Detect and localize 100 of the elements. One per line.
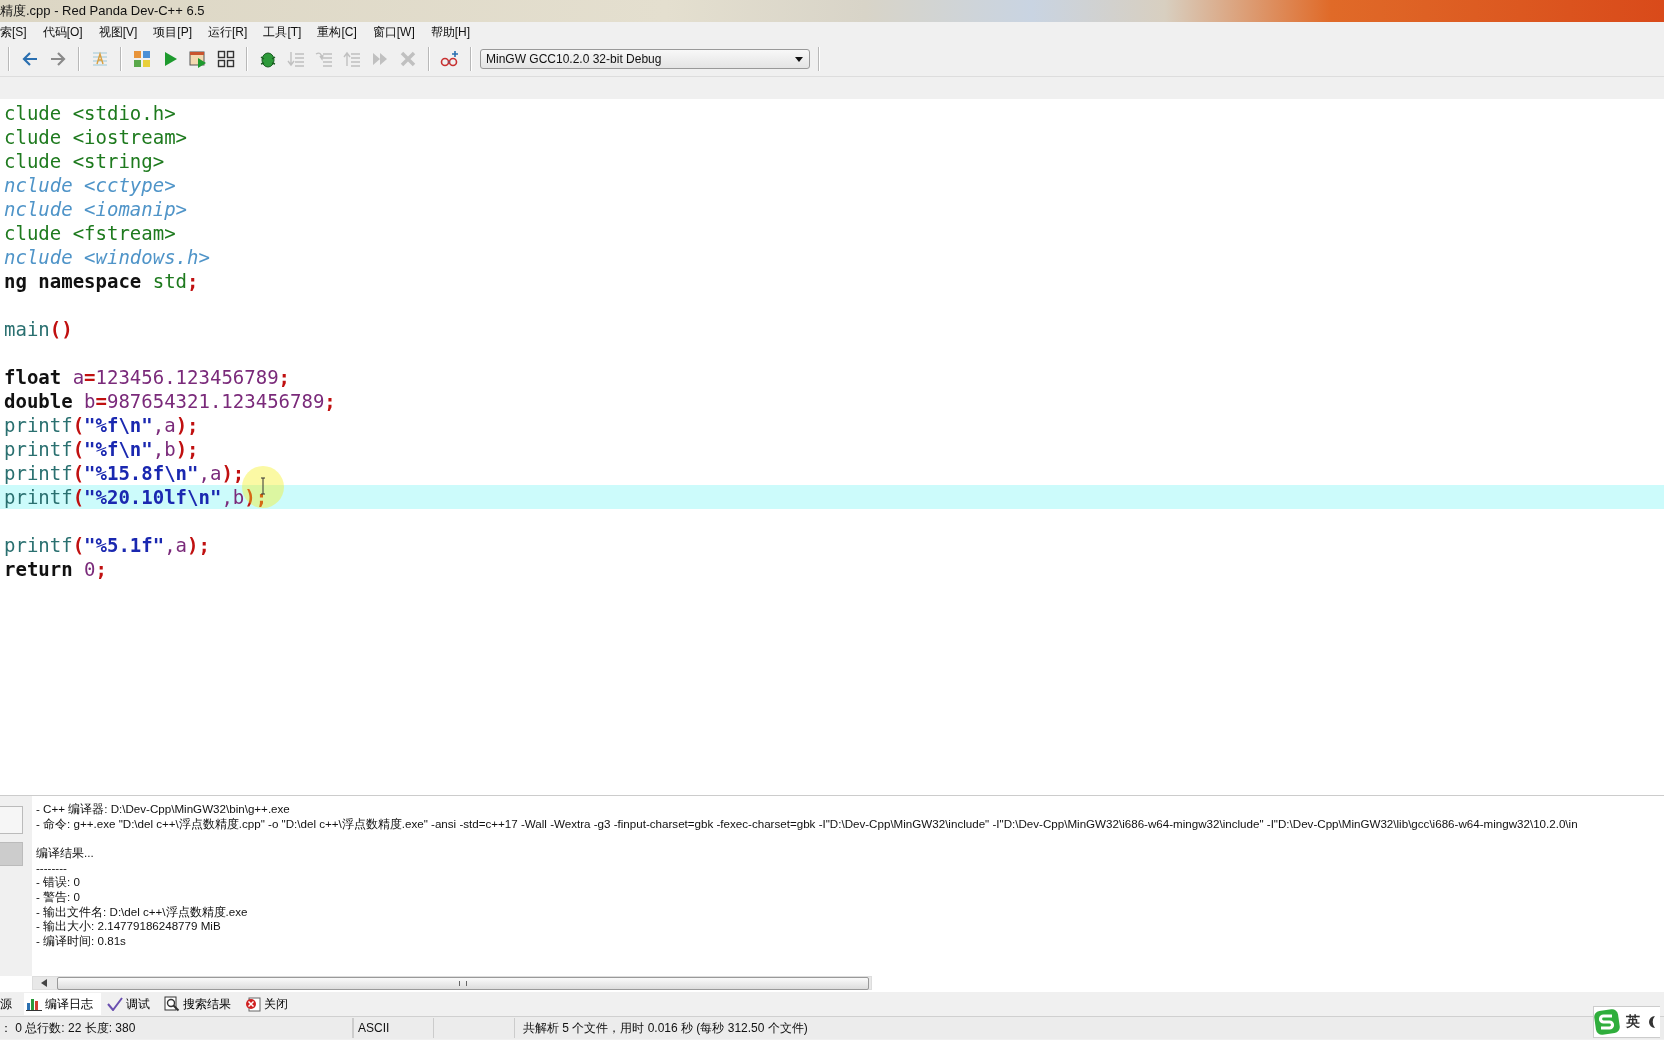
menu-item[interactable]: 索[S] bbox=[0, 23, 37, 41]
ime-logo-icon bbox=[1594, 1009, 1620, 1035]
code-token: ; bbox=[187, 270, 199, 292]
parse-status: 共解析 5 个文件，用时 0.016 秒 (每秒 312.50 个文件) bbox=[522, 1020, 809, 1037]
code-token: ( bbox=[72, 414, 85, 436]
code-token: a bbox=[72, 366, 85, 388]
fast-forward-icon bbox=[371, 50, 389, 68]
compiler-dropdown[interactable]: MinGW GCC10.2.0 32-bit Debug bbox=[480, 49, 810, 69]
code-token: ( bbox=[72, 534, 85, 556]
code-token: ); bbox=[244, 486, 268, 508]
cursor-position: ： 0 总行数: 22 长度: 380 bbox=[0, 1018, 353, 1038]
step-icon bbox=[287, 50, 305, 68]
bar-chart-icon bbox=[26, 997, 42, 1011]
menu-item[interactable]: 代码[O] bbox=[36, 23, 93, 41]
panel-tab[interactable]: 搜索结果 bbox=[162, 993, 239, 1015]
code-token: ( bbox=[72, 462, 85, 484]
code-token: ); bbox=[175, 414, 199, 436]
code-token: b bbox=[84, 390, 96, 412]
menu-item[interactable]: 项目[P] bbox=[147, 23, 203, 41]
log-line: -------- bbox=[36, 860, 68, 876]
code-token: clude <string> bbox=[4, 150, 165, 172]
code-token: float bbox=[4, 366, 63, 388]
input-method-indicator[interactable]: 英 bbox=[1593, 1006, 1660, 1038]
code-token: clude <iostream> bbox=[4, 126, 188, 148]
code-token: ,b bbox=[221, 486, 245, 508]
code-token: std bbox=[152, 270, 188, 292]
code-token: nclude <windows.h> bbox=[4, 246, 210, 268]
code-token: 987654321.123456789 bbox=[107, 390, 325, 412]
code-token: = bbox=[95, 390, 107, 412]
cross-icon bbox=[399, 50, 417, 68]
log-line: - 输出大小: 2.14779186248779 MiB bbox=[36, 919, 222, 934]
cursor-highlight-icon bbox=[241, 465, 285, 509]
bug-icon bbox=[259, 50, 277, 68]
code-token: ); bbox=[175, 438, 199, 460]
code-token: clude <stdio.h> bbox=[4, 102, 176, 124]
dropdown-caret-icon bbox=[795, 56, 803, 62]
menu-item[interactable]: 重构[C] bbox=[311, 23, 367, 41]
code-token: return bbox=[4, 558, 74, 580]
code-token: ; bbox=[324, 390, 336, 412]
code-token: printf bbox=[4, 414, 73, 436]
panel-tab[interactable]: 调试 bbox=[105, 993, 158, 1015]
menu-item[interactable]: 视图[V] bbox=[92, 23, 148, 41]
panel-tab[interactable]: 源 bbox=[0, 993, 20, 1015]
code-token: printf bbox=[4, 486, 73, 508]
menu-item[interactable]: 窗口[W] bbox=[366, 23, 425, 41]
code-token: () bbox=[49, 318, 73, 340]
code-token: double bbox=[4, 390, 74, 412]
code-token: printf bbox=[4, 534, 73, 556]
code-token: ,a bbox=[198, 462, 222, 484]
code-token: ,a bbox=[152, 414, 176, 436]
code-token: ( bbox=[72, 486, 85, 508]
code-token: ng namespace bbox=[4, 270, 143, 292]
step-icon bbox=[315, 50, 333, 68]
text-lines-icon bbox=[91, 50, 109, 68]
code-token: ; bbox=[95, 558, 107, 580]
right-arrow-icon bbox=[49, 50, 67, 68]
step-icon bbox=[343, 50, 361, 68]
left-arrow-icon bbox=[21, 50, 39, 68]
close-icon bbox=[245, 996, 261, 1012]
log-line: - 错误: 0 bbox=[36, 875, 81, 890]
code-token: = bbox=[84, 366, 96, 388]
log-line: - C++ 编译器: D:\Dev-Cpp\MinGW32\bin\g++.exe bbox=[36, 802, 291, 817]
code-token: ); bbox=[221, 462, 245, 484]
code-token: "%f\n" bbox=[84, 438, 153, 460]
menu-item[interactable]: 帮助[H] bbox=[424, 23, 481, 41]
code-token: nclude <cctype> bbox=[4, 174, 176, 196]
code-token: main bbox=[4, 318, 50, 340]
code-token: clude <fstream> bbox=[4, 222, 176, 244]
moon-icon bbox=[1646, 1015, 1658, 1029]
log-line: - 编译时间: 0.81s bbox=[36, 933, 127, 949]
menu-item[interactable]: 运行[R] bbox=[202, 23, 258, 41]
scroll-left-icon bbox=[41, 979, 47, 987]
code-token: "%20.10lf\n" bbox=[84, 486, 222, 508]
panel-tab[interactable] bbox=[0, 806, 23, 834]
code-token: ( bbox=[72, 438, 85, 460]
code-token: "%15.8f\n" bbox=[84, 462, 199, 484]
file-encoding: ASCII bbox=[354, 1018, 434, 1038]
log-line: 编译结果... bbox=[36, 846, 95, 861]
glasses-icon bbox=[440, 50, 460, 68]
code-token: 0 bbox=[84, 558, 96, 580]
code-token: 123456.123456789 bbox=[95, 366, 279, 388]
check-icon bbox=[107, 997, 123, 1011]
panel-tab[interactable]: 关闭 bbox=[243, 993, 296, 1015]
code-token: ; bbox=[278, 366, 291, 388]
log-line: - 命令: g++.exe "D:\del c++\浮点数精度.cpp" -o "D:\del c++\浮点数精度.exe" -ansi -std=c++17 -Wall -Wextra -g3 -finput-charset=gbk -fexec-charset=gbk -I"D:\Dev-Cpp\MinGW32\include" -I"D:\Dev-Cpp\MinGW32\i686-w64-mingw32\include" -I"D:\Dev-Cpp\MinGW32\lib\gcc\i686-w64-mingw32\10.2.0\in bbox=[36, 816, 1579, 832]
log-line: - 输出文件名: D:\del c++\浮点数精度.exe bbox=[36, 904, 249, 920]
code-token: "%f\n" bbox=[84, 414, 153, 436]
code-token: "%5.1f" bbox=[84, 534, 165, 556]
code-token: printf bbox=[4, 438, 73, 460]
code-token: nclude <iomanip> bbox=[4, 198, 188, 220]
grid-icon bbox=[217, 50, 235, 68]
window-title: 精度.cpp - Red Panda Dev-C++ 6.5 bbox=[0, 2, 205, 20]
code-token: ); bbox=[187, 534, 210, 556]
tiles-icon bbox=[133, 50, 151, 68]
menu-item[interactable]: 工具[T] bbox=[257, 23, 312, 41]
code-token: ,b bbox=[152, 438, 176, 460]
search-icon bbox=[164, 996, 180, 1012]
code-token: ,a bbox=[164, 534, 188, 556]
window-play-icon bbox=[189, 50, 207, 68]
panel-tab[interactable]: 编译日志 bbox=[24, 993, 101, 1015]
